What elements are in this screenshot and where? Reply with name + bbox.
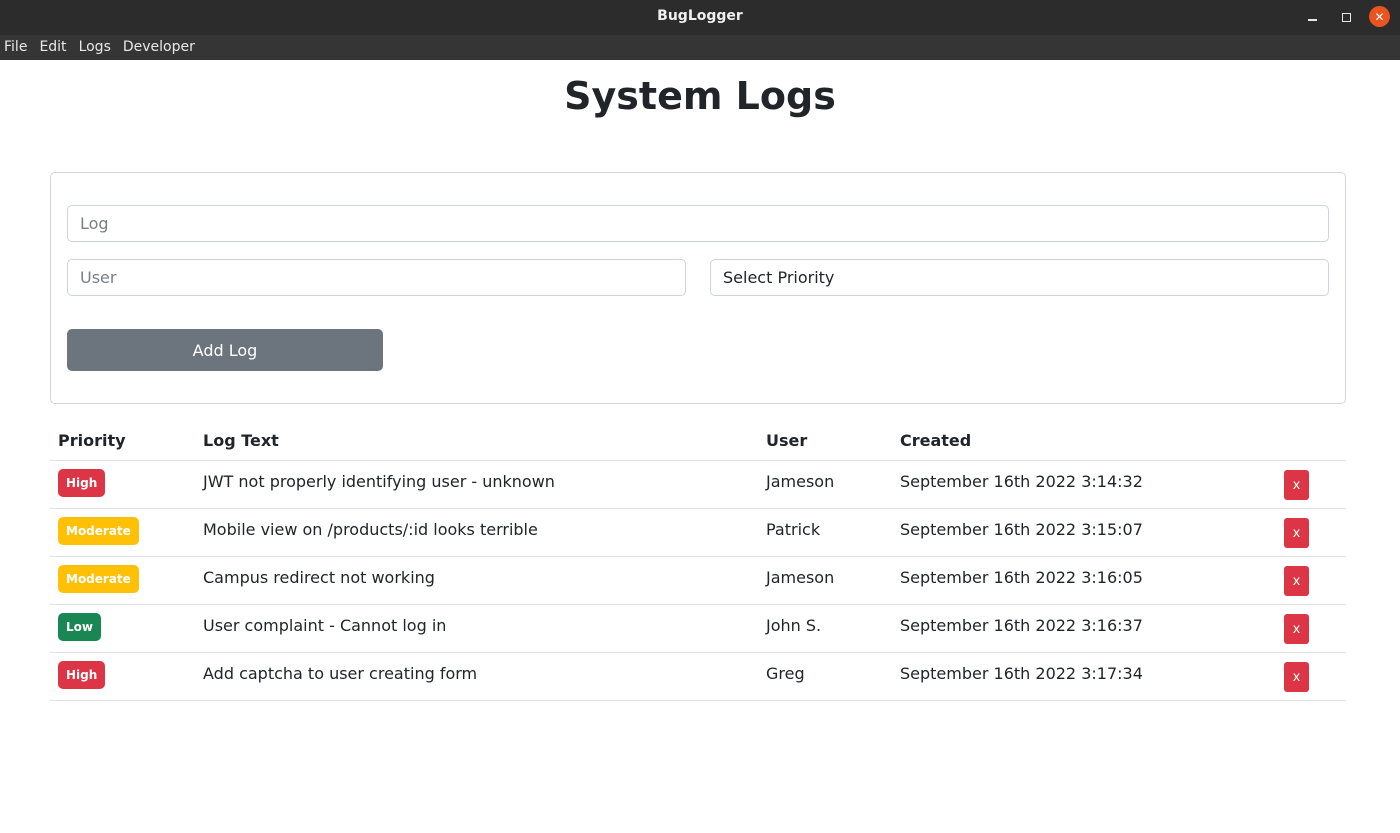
log-text: JWT not properly identifying user - unkn… (203, 472, 555, 491)
log-user: Jameson (766, 472, 835, 491)
header-log-text: Log Text (203, 431, 279, 450)
menu-edit[interactable]: Edit (39, 35, 66, 60)
log-text: User complaint - Cannot log in (203, 616, 447, 635)
delete-button[interactable]: x (1284, 470, 1309, 500)
log-created: September 16th 2022 3:16:05 (900, 568, 1143, 587)
log-input[interactable]: Log (67, 205, 1329, 242)
add-log-button[interactable]: Add Log (67, 329, 383, 371)
delete-button[interactable]: x (1284, 566, 1309, 596)
priority-badge: Moderate (58, 517, 139, 545)
menu-file[interactable]: File (4, 35, 27, 60)
log-created: September 16th 2022 3:14:32 (900, 472, 1143, 491)
log-user: Patrick (766, 520, 821, 539)
header-priority: Priority (58, 431, 126, 450)
window-titlebar: BugLogger ✕ (0, 0, 1400, 35)
user-input[interactable]: User (67, 259, 686, 296)
log-created: September 16th 2022 3:15:07 (900, 520, 1143, 539)
page-title: System Logs (564, 74, 836, 118)
close-icon[interactable]: ✕ (1369, 6, 1390, 27)
minimize-icon[interactable] (1301, 6, 1323, 28)
log-created: September 16th 2022 3:16:37 (900, 616, 1143, 635)
header-created: Created (900, 431, 972, 450)
add-log-form: Log User Select Priority Add Log (50, 172, 1346, 404)
delete-button[interactable]: x (1284, 518, 1309, 548)
log-user: Greg (766, 664, 805, 683)
menu-logs[interactable]: Logs (79, 35, 111, 60)
delete-button[interactable]: x (1284, 614, 1309, 644)
maximize-icon[interactable] (1335, 6, 1357, 28)
log-user: Jameson (766, 568, 835, 587)
table-row: High JWT not properly identifying user -… (50, 461, 1346, 509)
logs-table: Priority Log Text User Created High JWT … (50, 422, 1346, 701)
log-user: John S. (766, 616, 822, 635)
table-body: High JWT not properly identifying user -… (50, 461, 1346, 701)
table-row: Moderate Campus redirect not working Jam… (50, 557, 1346, 605)
priority-badge: High (58, 661, 106, 689)
delete-button[interactable]: x (1284, 662, 1309, 692)
priority-select[interactable]: Select Priority (710, 259, 1329, 296)
log-text: Campus redirect not working (203, 568, 435, 587)
log-created: September 16th 2022 3:17:34 (900, 664, 1143, 683)
window-title: BugLogger (657, 8, 743, 24)
table-row: High Add captcha to user creating form G… (50, 653, 1346, 701)
log-text: Mobile view on /products/:id looks terri… (203, 520, 538, 539)
table-header: Priority Log Text User Created (50, 422, 1346, 461)
menu-developer[interactable]: Developer (123, 35, 195, 60)
priority-badge: High (58, 469, 106, 497)
table-row: Low User complaint - Cannot log in John … (50, 605, 1346, 653)
priority-badge: Moderate (58, 565, 139, 593)
menubar: File Edit Logs Developer (0, 35, 1400, 60)
header-user: User (766, 431, 808, 450)
log-text: Add captcha to user creating form (203, 664, 478, 683)
table-row: Moderate Mobile view on /products/:id lo… (50, 509, 1346, 557)
priority-badge: Low (58, 613, 101, 641)
